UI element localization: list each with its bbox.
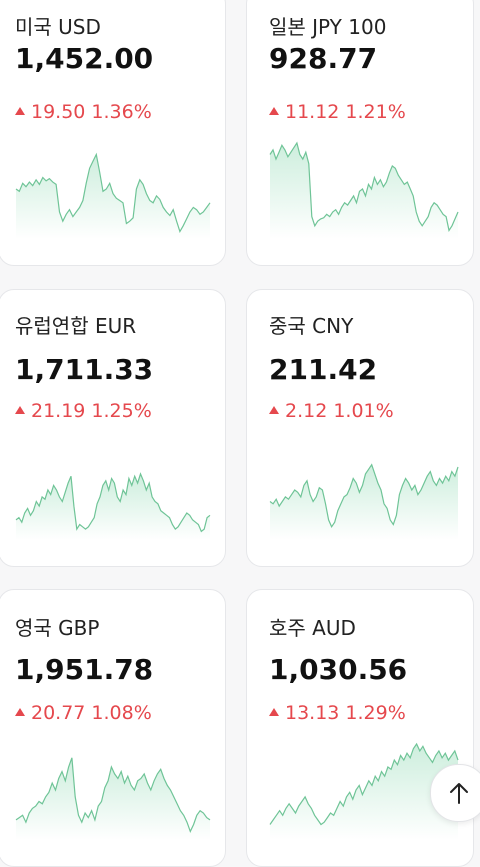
change-amount: 19.50 bbox=[31, 101, 86, 123]
sparkline-chart bbox=[269, 463, 459, 540]
currency-card-gbp[interactable]: 영국 GBP 1,951.78 20.77 1.08% bbox=[0, 589, 226, 867]
rate-change: 19.50 1.36% bbox=[15, 99, 152, 125]
change-amount: 2.12 bbox=[285, 400, 328, 422]
change-amount: 20.77 bbox=[31, 702, 86, 724]
currency-name: 미국 USD bbox=[15, 15, 101, 39]
up-triangle-icon bbox=[269, 708, 279, 716]
currency-name: 유럽연합 EUR bbox=[15, 314, 137, 338]
rate-change: 20.77 1.08% bbox=[15, 700, 152, 726]
change-percent: 1.36% bbox=[91, 101, 152, 123]
change-percent: 1.21% bbox=[345, 101, 406, 123]
exchange-rate-grid: 미국 USD 1,452.00 19.50 1.36% 일본 JPY 100 9… bbox=[0, 0, 480, 867]
up-triangle-icon bbox=[269, 107, 279, 115]
sparkline-area bbox=[270, 464, 458, 540]
rate-change: 13.13 1.29% bbox=[269, 700, 406, 726]
arrow-up-icon bbox=[450, 783, 468, 804]
sparkline-chart bbox=[15, 152, 211, 239]
exchange-rate: 1,711.33 bbox=[15, 353, 154, 386]
currency-card-eur[interactable]: 유럽연합 EUR 1,711.33 21.19 1.25% bbox=[0, 289, 226, 567]
currency-name: 중국 CNY bbox=[269, 314, 354, 338]
exchange-rate: 211.42 bbox=[269, 353, 378, 386]
sparkline-chart bbox=[15, 757, 211, 840]
change-percent: 1.29% bbox=[345, 702, 406, 724]
change-amount: 21.19 bbox=[31, 400, 86, 422]
change-amount: 13.13 bbox=[285, 702, 340, 724]
sparkline-chart bbox=[15, 472, 211, 540]
currency-card-jpy[interactable]: 일본 JPY 100 928.77 11.12 1.21% bbox=[246, 0, 474, 266]
currency-card-usd[interactable]: 미국 USD 1,452.00 19.50 1.36% bbox=[0, 0, 226, 266]
change-amount: 11.12 bbox=[285, 101, 340, 123]
up-triangle-icon bbox=[15, 107, 25, 115]
exchange-rate: 1,030.56 bbox=[269, 653, 408, 686]
change-percent: 1.08% bbox=[91, 702, 152, 724]
sparkline-area bbox=[16, 154, 210, 239]
scroll-to-top-button[interactable] bbox=[430, 764, 480, 822]
up-triangle-icon bbox=[15, 406, 25, 414]
currency-card-aud[interactable]: 호주 AUD 1,030.56 13.13 1.29% bbox=[246, 589, 474, 867]
rate-change: 21.19 1.25% bbox=[15, 398, 152, 424]
change-percent: 1.01% bbox=[333, 400, 394, 422]
currency-name: 호주 AUD bbox=[269, 616, 356, 640]
up-triangle-icon bbox=[15, 708, 25, 716]
rate-change: 11.12 1.21% bbox=[269, 99, 406, 125]
currency-card-cny[interactable]: 중국 CNY 211.42 2.12 1.01% bbox=[246, 289, 474, 567]
exchange-rate: 1,452.00 bbox=[15, 42, 154, 75]
sparkline-chart bbox=[269, 141, 459, 239]
currency-name: 영국 GBP bbox=[15, 616, 100, 640]
up-triangle-icon bbox=[269, 406, 279, 414]
exchange-rate: 1,951.78 bbox=[15, 653, 154, 686]
sparkline-area bbox=[16, 473, 210, 540]
currency-name: 일본 JPY 100 bbox=[269, 15, 387, 39]
rate-change: 2.12 1.01% bbox=[269, 398, 394, 424]
change-percent: 1.25% bbox=[91, 400, 152, 422]
exchange-rate: 928.77 bbox=[269, 42, 378, 75]
